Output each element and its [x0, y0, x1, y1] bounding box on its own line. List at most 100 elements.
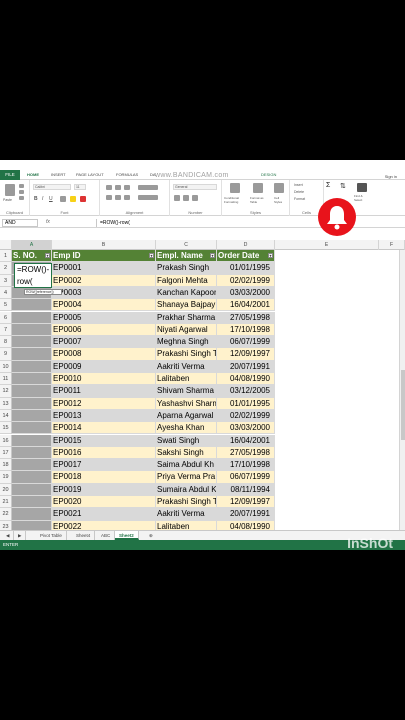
align-middle-icon[interactable]	[115, 185, 121, 190]
comma-icon[interactable]	[192, 195, 198, 201]
row-header[interactable]: 11	[0, 373, 12, 386]
table-cell-emp[interactable]: EP0007	[52, 336, 156, 349]
fill-color-icon[interactable]	[70, 196, 76, 202]
wrap-text-icon[interactable]	[138, 185, 158, 190]
table-cell-sno[interactable]	[12, 422, 52, 435]
table-header-cell[interactable]: Emp ID ▾	[52, 250, 156, 263]
filter-dropdown-icon[interactable]: ▾	[45, 253, 50, 258]
table-cell-emp[interactable]: EP0001	[52, 262, 156, 275]
italic-button[interactable]: I	[42, 196, 43, 202]
table-cell-emp[interactable]: EP0008	[52, 348, 156, 361]
table-cell-date[interactable]: 04/08/1990	[217, 373, 275, 386]
insert-cells-button[interactable]: Insert	[294, 183, 303, 187]
column-header-f[interactable]: F	[379, 240, 405, 250]
row-header[interactable]: 16	[0, 434, 12, 447]
row-header[interactable]: 13	[0, 397, 12, 410]
table-cell-sno[interactable]	[12, 336, 52, 349]
font-size-select[interactable]: 11	[74, 184, 86, 190]
borders-icon[interactable]	[60, 196, 66, 202]
align-right-icon[interactable]	[124, 195, 130, 200]
percent-icon[interactable]	[183, 195, 189, 201]
table-cell-sno[interactable]	[12, 508, 52, 521]
table-cell-sno[interactable]	[12, 409, 52, 423]
table-cell-name[interactable]: Falgoni Mehta	[156, 274, 217, 287]
table-cell-date[interactable]: 02/02/1999	[217, 409, 275, 423]
row-header[interactable]: 19	[0, 471, 12, 484]
underline-button[interactable]: U	[49, 196, 53, 202]
nav-next-sheet[interactable]: ▶	[14, 531, 27, 540]
name-box[interactable]: AND	[2, 219, 38, 227]
row-header[interactable]: 2	[0, 262, 12, 275]
table-cell-name[interactable]: Lalitaben	[156, 373, 217, 386]
table-cell-name[interactable]: Kanchan Kapoor	[156, 286, 217, 300]
find-select-icon[interactable]	[357, 183, 367, 192]
row-header[interactable]: 8	[0, 336, 12, 349]
currency-icon[interactable]	[174, 195, 180, 201]
table-cell-date[interactable]: 08/11/1994	[217, 483, 275, 496]
table-cell-emp[interactable]: EP0014	[52, 422, 156, 435]
table-cell-date[interactable]: 06/07/1999	[217, 336, 275, 349]
table-cell-sno[interactable]	[12, 446, 52, 460]
table-cell-sno[interactable]	[12, 323, 52, 337]
row-header[interactable]: 12	[0, 385, 12, 398]
vertical-scrollbar[interactable]	[399, 250, 405, 530]
format-as-table-icon[interactable]	[253, 183, 263, 193]
row-header[interactable]: 21	[0, 496, 12, 509]
filter-dropdown-icon[interactable]: ▾	[210, 253, 215, 258]
align-center-icon[interactable]	[115, 195, 121, 200]
table-header-cell[interactable]: Empl. Name ▾	[156, 250, 217, 263]
tab-sheet-pivot-table[interactable]: Pivot Table	[36, 531, 67, 540]
cell-styles-icon[interactable]	[274, 183, 284, 193]
table-cell-emp[interactable]: EP0009	[52, 360, 156, 373]
table-cell-name[interactable]: Shanaya Bajpay	[156, 299, 217, 312]
table-cell-emp[interactable]: EP0013	[52, 409, 156, 423]
row-header[interactable]: 15	[0, 422, 12, 435]
filter-dropdown-icon[interactable]: ▾	[149, 253, 154, 258]
table-cell-date[interactable]: 20/07/1991	[217, 360, 275, 373]
table-cell-name[interactable]: Shivam Sharma	[156, 385, 217, 398]
row-header[interactable]: 18	[0, 459, 12, 472]
table-cell-date[interactable]: 03/03/2000	[217, 286, 275, 300]
table-cell-name[interactable]: Prakashi Singh T	[156, 348, 217, 361]
align-bottom-icon[interactable]	[124, 185, 130, 190]
tab-page-layout[interactable]: PAGE LAYOUT	[76, 172, 104, 177]
table-cell-sno[interactable]	[12, 385, 52, 398]
table-cell-name[interactable]: Yashashvi Sharma	[156, 397, 217, 410]
table-cell-date[interactable]: 12/09/1997	[217, 496, 275, 509]
table-cell-date[interactable]: 17/10/1998	[217, 459, 275, 472]
font-color-icon[interactable]	[80, 196, 86, 202]
sort-filter-icon[interactable]: ⇅	[340, 182, 346, 190]
row-header[interactable]: 22	[0, 508, 12, 521]
paste-icon[interactable]	[5, 184, 15, 196]
table-cell-name[interactable]: Niyati Agarwal	[156, 323, 217, 337]
table-cell-emp[interactable]: EP0019	[52, 483, 156, 496]
table-cell-emp[interactable]: EP0002	[52, 274, 156, 287]
align-top-icon[interactable]	[106, 185, 112, 190]
table-cell-name[interactable]: Prakash Singh	[156, 262, 217, 275]
table-cell-date[interactable]: 02/02/1999	[217, 274, 275, 287]
table-cell-emp[interactable]: EP0020	[52, 496, 156, 509]
scrollbar-thumb[interactable]	[401, 370, 405, 440]
filter-dropdown-icon[interactable]: ▾	[268, 253, 273, 258]
file-tab[interactable]: FILE	[0, 170, 20, 180]
table-cell-name[interactable]: Saima Abdul Kh	[156, 459, 217, 472]
table-cell-emp[interactable]: EP0010	[52, 373, 156, 386]
format-painter-icon[interactable]	[19, 196, 24, 200]
number-format-select[interactable]: General	[173, 184, 217, 190]
table-cell-name[interactable]: Swati Singh	[156, 434, 217, 447]
table-cell-sno[interactable]	[12, 360, 52, 373]
table-cell-sno[interactable]	[12, 311, 52, 324]
select-all-corner[interactable]	[0, 240, 12, 250]
merge-center-icon[interactable]	[138, 195, 158, 200]
tab-design[interactable]: DESIGN	[261, 172, 276, 177]
active-cell-editor[interactable]: =ROW()- row(	[14, 263, 52, 288]
table-cell-name[interactable]: Aakriti Verma	[156, 360, 217, 373]
table-cell-emp[interactable]: EP0004	[52, 299, 156, 312]
table-cell-date[interactable]: 16/04/2001	[217, 434, 275, 447]
table-cell-name[interactable]: Prakashi Singh T	[156, 496, 217, 509]
table-cell-sno[interactable]	[12, 434, 52, 447]
table-cell-date[interactable]: 17/10/1998	[217, 323, 275, 337]
table-cell-sno[interactable]	[12, 299, 52, 312]
table-cell-date[interactable]: 01/01/1995	[217, 397, 275, 410]
table-cell-date[interactable]: 03/12/2005	[217, 385, 275, 398]
